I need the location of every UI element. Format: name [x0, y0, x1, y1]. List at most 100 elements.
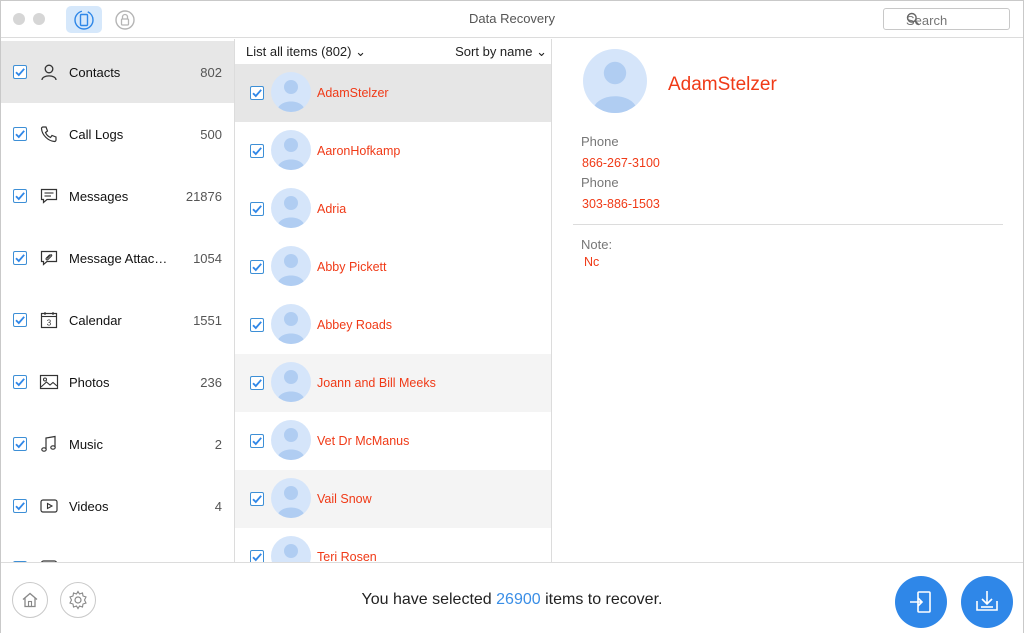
status-prefix: You have selected: [361, 591, 497, 608]
sidebar-item-calendar[interactable]: 3 Calendar 1551: [1, 289, 234, 351]
category-checkbox[interactable]: [13, 375, 27, 389]
icloud-recovery-mode-button[interactable]: [107, 6, 143, 33]
sidebar-item-label: Videos: [69, 499, 109, 514]
list-filter-label: List all items (802): [246, 44, 352, 59]
sort-dropdown[interactable]: Sort by name ⌄: [455, 44, 547, 60]
list-filter-dropdown[interactable]: List all items (802) ⌄: [246, 44, 366, 60]
sidebar-item-count: 2: [214, 437, 222, 452]
sidebar-item-partial[interactable]: [1, 537, 234, 562]
avatar: [271, 130, 311, 170]
close-window-button[interactable]: [13, 13, 25, 25]
contact-name: AaronHofkamp: [317, 144, 401, 158]
list-item[interactable]: Teri Rosen: [235, 528, 551, 562]
chevron-down-icon: ⌄: [355, 44, 367, 59]
svg-text:3: 3: [47, 319, 52, 328]
avatar: [583, 49, 647, 113]
item-checkbox[interactable]: [250, 376, 264, 390]
category-checkbox[interactable]: [13, 189, 27, 203]
contact-name: Joann and Bill Meeks: [317, 376, 436, 390]
avatar: [271, 246, 311, 286]
category-checkbox[interactable]: [13, 437, 27, 451]
list-item[interactable]: Vet Dr McManus: [235, 412, 551, 470]
contact-name: Abbey Roads: [317, 318, 393, 332]
person-silhouette-icon: [277, 486, 305, 518]
list-item[interactable]: Joann and Bill Meeks: [235, 354, 551, 412]
sidebar-item-label: Photos: [69, 375, 110, 390]
device-recovery-mode-button[interactable]: [66, 6, 102, 33]
contact-name: Vet Dr McManus: [317, 434, 410, 448]
status-suffix: items to recover.: [540, 591, 663, 608]
person-silhouette-icon: [277, 370, 305, 402]
avatar: [271, 72, 311, 112]
sidebar-item-messages[interactable]: Messages 21876: [1, 165, 234, 227]
person-silhouette-icon: [277, 138, 305, 170]
sidebar-item-count: 4: [214, 499, 222, 514]
contact-name: AdamStelzer: [317, 86, 389, 100]
sidebar-item-label: Contacts: [69, 65, 121, 80]
window-title: Data Recovery: [469, 11, 555, 26]
sidebar-item-message-attachments[interactable]: Message Attac… 1054: [1, 227, 234, 289]
sidebar-item-videos[interactable]: Videos 4: [1, 475, 234, 537]
person-silhouette-icon: [277, 428, 305, 460]
category-checkbox[interactable]: [13, 127, 27, 141]
sidebar-item-photos[interactable]: Photos 236: [1, 351, 234, 413]
sidebar-item-label: Message Attac…: [69, 251, 168, 266]
app-window: Data Recovery Contacts 802 Call Logs 500…: [0, 0, 1024, 633]
person-silhouette-icon: [277, 312, 305, 344]
device-sync-icon: [74, 9, 94, 30]
recover-to-device-button[interactable]: [961, 576, 1013, 628]
search-icon: [906, 12, 920, 26]
message-icon: [40, 188, 58, 204]
item-checkbox[interactable]: [250, 260, 264, 274]
list-item[interactable]: Abby Pickett: [235, 238, 551, 296]
category-checkbox[interactable]: [13, 251, 27, 265]
download-icon: [976, 591, 998, 611]
category-checkbox[interactable]: [13, 313, 27, 327]
item-checkbox[interactable]: [250, 492, 264, 506]
music-icon: [41, 435, 56, 452]
calendar-icon: 3: [40, 312, 58, 329]
contact-detail-panel: AdamStelzer Phone 866-267-3100 Phone 303…: [553, 39, 1023, 562]
item-checkbox[interactable]: [250, 144, 264, 158]
phone-value: 303-886-1503: [582, 197, 660, 211]
sort-label: Sort by name: [455, 44, 533, 59]
contacts-icon: [41, 64, 57, 81]
item-checkbox[interactable]: [250, 318, 264, 332]
sidebar-item-label: Calendar: [69, 313, 122, 328]
lock-sync-icon: [115, 9, 135, 30]
sidebar-item-count: 21876: [185, 189, 222, 204]
sidebar-item-count: 236: [200, 375, 222, 390]
phone-icon: [40, 126, 57, 143]
video-icon: [40, 499, 58, 513]
attachment-icon: [40, 250, 58, 266]
list-item[interactable]: Vail Snow: [235, 470, 551, 528]
item-checkbox[interactable]: [250, 202, 264, 216]
divider: [573, 224, 1003, 225]
list-item[interactable]: AaronHofkamp: [235, 122, 551, 180]
item-checkbox[interactable]: [250, 550, 264, 562]
title-bar: Data Recovery: [1, 1, 1023, 38]
note-value: Nc: [584, 255, 600, 269]
list-item[interactable]: Adria: [235, 180, 551, 238]
category-checkbox[interactable]: [13, 499, 27, 513]
sidebar-item-music[interactable]: Music 2: [1, 413, 234, 475]
sidebar-item-contacts[interactable]: Contacts 802: [1, 41, 234, 103]
item-checkbox[interactable]: [250, 434, 264, 448]
contact-list-panel: List all items (802) ⌄ Sort by name ⌄ Ad…: [235, 39, 552, 562]
category-checkbox[interactable]: [13, 65, 27, 79]
list-item[interactable]: Abbey Roads: [235, 296, 551, 354]
export-to-computer-button[interactable]: [895, 576, 947, 628]
phone-label: Phone: [581, 175, 619, 190]
sidebar-item-count: 500: [200, 127, 222, 142]
sidebar-item-count: 802: [200, 65, 222, 80]
list-item[interactable]: AdamStelzer: [235, 64, 551, 122]
avatar: [271, 536, 311, 562]
avatar: [271, 304, 311, 344]
search-input[interactable]: [883, 8, 1010, 30]
item-checkbox[interactable]: [250, 86, 264, 100]
contact-name: Teri Rosen: [317, 550, 377, 562]
sidebar-item-call-logs[interactable]: Call Logs 500: [1, 103, 234, 165]
footer-bar: You have selected 26900 items to recover…: [1, 562, 1023, 633]
minimize-window-button[interactable]: [33, 13, 45, 25]
selected-count: 26900: [496, 591, 541, 608]
